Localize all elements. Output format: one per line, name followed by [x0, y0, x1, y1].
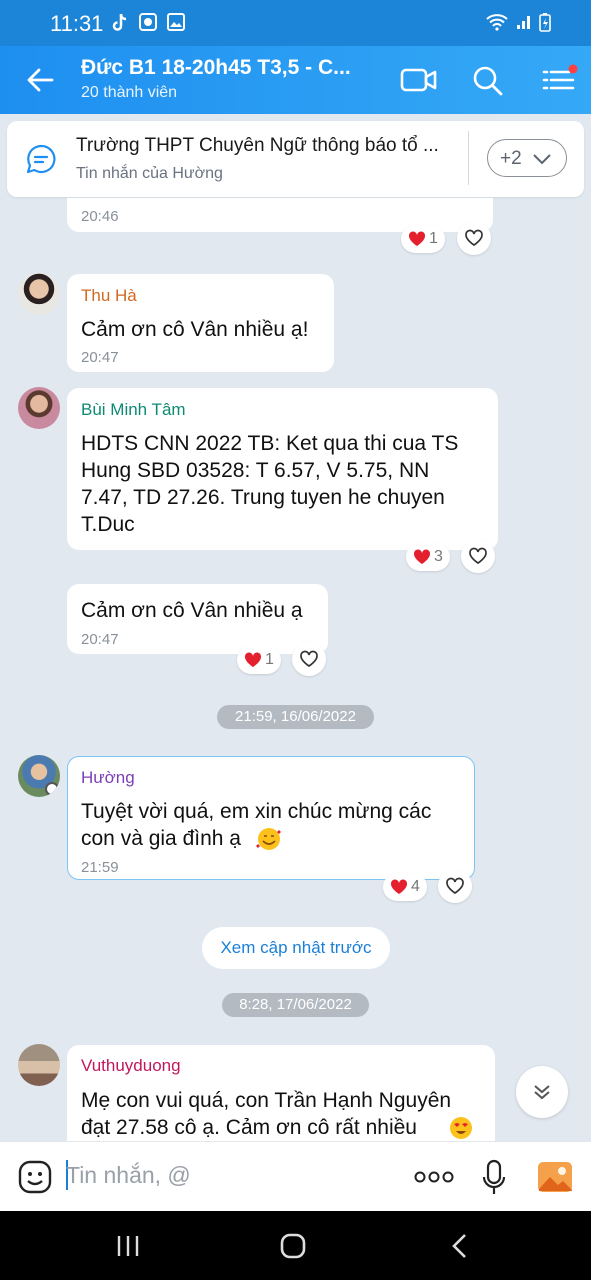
divider [468, 131, 469, 185]
back-arrow-icon[interactable] [22, 62, 58, 98]
heart-icon [244, 652, 262, 667]
date-separator: 21:59, 16/06/2022 [217, 705, 374, 729]
heart-outline-icon [300, 650, 318, 668]
gallery-icon [167, 13, 185, 31]
heart-icon [413, 549, 431, 564]
back-icon[interactable] [449, 1232, 471, 1260]
search-icon[interactable] [467, 60, 507, 100]
chat-bubble-icon [26, 144, 56, 174]
battery-icon [539, 13, 551, 32]
sender-name[interactable]: Vuthuyduong [81, 1056, 181, 1076]
heart-icon [390, 879, 408, 894]
system-nav-bar [0, 1211, 591, 1280]
pinned-message-bar[interactable]: Trường THPT Chuyên Ngữ thông báo tổ ... … [7, 121, 584, 197]
video-call-icon[interactable] [399, 60, 439, 100]
pinned-text: Trường THPT Chuyên Ngữ thông báo tổ ... [76, 135, 439, 156]
heart-outline-icon [469, 547, 487, 565]
message-text-line: HDTS CNN 2022 TB: Ket qua thi cua TS [81, 432, 459, 455]
message-text-line: Tuyệt vời quá, em xin chúc mừng các [81, 800, 432, 823]
message-time: 20:46 [81, 208, 119, 225]
sender-name[interactable]: Hường [81, 768, 135, 788]
status-bar: 11:31 [0, 0, 591, 46]
heart-eyes-emoji-icon [450, 1117, 472, 1139]
message-bubble[interactable]: Cảm ơn cô Vân nhiều ạ 20:47 [67, 584, 328, 654]
message-text: Cảm ơn cô Vân nhiều ạ [81, 599, 303, 622]
heart-outline-icon [446, 877, 464, 895]
reaction-count: 1 [429, 230, 438, 247]
message-time: 20:47 [81, 631, 119, 648]
chat-title[interactable]: Đức B1 18-20h45 T3,5 - C... [81, 56, 371, 80]
message-bubble[interactable]: Thu Hà Cảm ơn cô Vân nhiều ạ! 20:47 [67, 274, 334, 372]
online-badge [45, 782, 59, 796]
like-button[interactable] [457, 221, 491, 255]
reaction-count: 3 [434, 548, 443, 565]
tiktok-icon [112, 13, 127, 31]
home-icon[interactable] [279, 1232, 307, 1260]
message-text-line: T.Duc [81, 513, 135, 536]
smiling-hearts-emoji-icon [256, 828, 281, 850]
sticker-icon[interactable] [18, 1160, 52, 1194]
like-button[interactable] [292, 642, 326, 676]
reaction-badge[interactable]: 4 [383, 873, 427, 901]
image-picker-icon[interactable] [537, 1161, 573, 1193]
reaction-badge[interactable]: 1 [237, 646, 281, 674]
message-bubble[interactable]: Vuthuyduong Mẹ con vui quá, con Trần Hạn… [67, 1045, 495, 1155]
reaction-badge[interactable]: 1 [401, 225, 445, 253]
member-count[interactable]: 20 thành viên [81, 84, 177, 102]
wifi-icon [486, 14, 508, 31]
message-text: Cảm ơn cô Vân nhiều ạ! [81, 318, 309, 341]
message-input[interactable]: Tin nhắn, @ [66, 1162, 191, 1189]
chevron-down-icon [533, 154, 551, 165]
status-time: 11:31 [50, 11, 104, 36]
scroll-to-bottom-button[interactable] [516, 1066, 568, 1118]
pinned-sub: Tin nhắn của Hường [76, 165, 223, 182]
avatar[interactable] [18, 755, 60, 797]
heart-outline-icon [465, 229, 483, 247]
message-bubble[interactable]: Hường Tuyệt vời quá, em xin chúc mừng cá… [67, 756, 475, 880]
sender-name[interactable]: Thu Hà [81, 286, 137, 306]
composer-bar: Tin nhắn, @ [0, 1141, 591, 1211]
like-button[interactable] [438, 869, 472, 903]
pinned-more-button[interactable]: +2 [487, 139, 567, 177]
heart-icon [408, 231, 426, 246]
message-text-line: 7.47, TD 27.26. Trung tuyen he chuyen [81, 486, 445, 509]
view-previous-button[interactable]: Xem cập nhật trước [202, 927, 390, 969]
reaction-badge[interactable]: 3 [406, 543, 450, 571]
camera-app-icon [139, 13, 157, 31]
message-text-line: Mẹ con vui quá, con Trần Hạnh Nguyên [81, 1089, 452, 1112]
reaction-count: 1 [265, 651, 274, 668]
more-options-icon[interactable] [414, 1171, 454, 1183]
pinned-more-label: +2 [500, 148, 522, 169]
microphone-icon[interactable] [481, 1159, 507, 1197]
reaction-count: 4 [411, 878, 420, 895]
message-text-line: đạt 27.58 cô ạ. Cảm ơn cô rất nhiều [81, 1116, 417, 1139]
chat-header: Đức B1 18-20h45 T3,5 - C... 20 thành viê… [0, 46, 591, 114]
message-text-line: Hung SBD 03528: T 6.57, V 5.75, NN [81, 459, 430, 482]
menu-icon[interactable] [538, 60, 578, 100]
like-button[interactable] [461, 539, 495, 573]
avatar[interactable] [18, 387, 60, 429]
sender-name[interactable]: Bùi Minh Tâm [81, 400, 186, 420]
message-text-line: con và gia đình ạ [81, 827, 241, 850]
signal-icon [517, 16, 530, 29]
avatar[interactable] [18, 1044, 60, 1086]
avatar[interactable] [18, 273, 60, 315]
message-time: 20:47 [81, 349, 119, 366]
double-chevron-down-icon [534, 1085, 550, 1100]
date-separator: 8:28, 17/06/2022 [222, 993, 369, 1017]
message-bubble[interactable]: Bùi Minh Tâm HDTS CNN 2022 TB: Ket qua t… [67, 388, 498, 550]
recent-apps-icon[interactable] [115, 1233, 141, 1259]
message-time: 21:59 [81, 859, 119, 876]
